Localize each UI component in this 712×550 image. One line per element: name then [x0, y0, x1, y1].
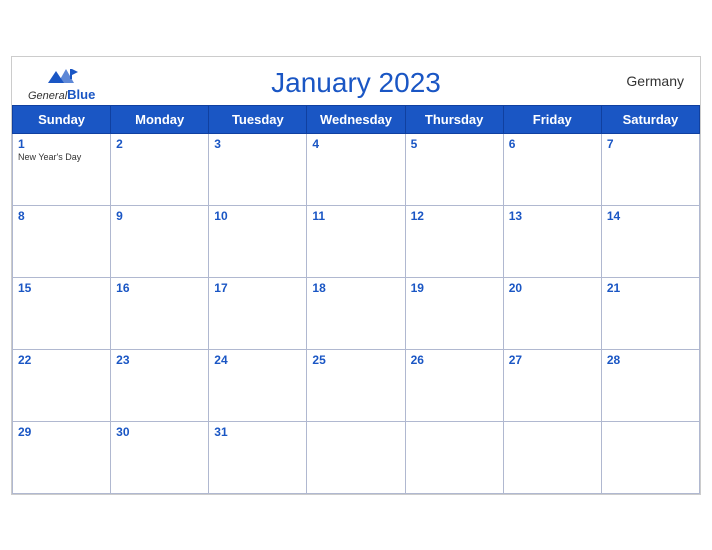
day-number: 2	[116, 137, 203, 151]
day-cell: 25	[307, 349, 405, 421]
header-sunday: Sunday	[13, 105, 111, 133]
logo-area: General Blue	[28, 65, 95, 102]
header-friday: Friday	[503, 105, 601, 133]
day-number: 22	[18, 353, 105, 367]
day-cell: 9	[111, 205, 209, 277]
day-cell	[307, 421, 405, 493]
day-cell: 31	[209, 421, 307, 493]
week-row-4: 22 23 24 25 26 27 28	[13, 349, 700, 421]
day-cell: 15	[13, 277, 111, 349]
day-number: 1	[18, 137, 105, 151]
week-row-3: 15 16 17 18 19 20 21	[13, 277, 700, 349]
day-number: 18	[312, 281, 399, 295]
day-number: 19	[411, 281, 498, 295]
day-cell: 1New Year's Day	[13, 133, 111, 205]
header-thursday: Thursday	[405, 105, 503, 133]
day-number: 11	[312, 209, 399, 223]
day-number: 14	[607, 209, 694, 223]
day-cell: 21	[601, 277, 699, 349]
day-number: 10	[214, 209, 301, 223]
day-cell: 24	[209, 349, 307, 421]
header-saturday: Saturday	[601, 105, 699, 133]
day-cell: 17	[209, 277, 307, 349]
week-row-2: 89 10 11 12 13 14	[13, 205, 700, 277]
calendar-grid: Sunday Monday Tuesday Wednesday Thursday…	[12, 105, 700, 494]
day-cell: 23	[111, 349, 209, 421]
week-row-5: 29 30 31	[13, 421, 700, 493]
day-number: 26	[411, 353, 498, 367]
day-number: 13	[509, 209, 596, 223]
week-row-1: 1New Year's Day 234567	[13, 133, 700, 205]
day-number: 8	[18, 209, 105, 223]
day-cell: 6	[503, 133, 601, 205]
day-cell: 13	[503, 205, 601, 277]
day-cell: 16	[111, 277, 209, 349]
day-cell	[503, 421, 601, 493]
calendar-title: January 2023	[271, 67, 441, 99]
day-cell: 3	[209, 133, 307, 205]
days-header-row: Sunday Monday Tuesday Wednesday Thursday…	[13, 105, 700, 133]
day-cell	[601, 421, 699, 493]
day-cell	[405, 421, 503, 493]
day-cell: 10	[209, 205, 307, 277]
logo-blue-text: Blue	[67, 87, 95, 102]
header-wednesday: Wednesday	[307, 105, 405, 133]
day-number: 7	[607, 137, 694, 151]
day-number: 6	[509, 137, 596, 151]
day-cell: 28	[601, 349, 699, 421]
day-number: 20	[509, 281, 596, 295]
calendar-container: General Blue January 2023 Germany Sunday…	[11, 56, 701, 495]
logo-icon	[44, 65, 80, 87]
day-cell: 5	[405, 133, 503, 205]
day-number: 31	[214, 425, 301, 439]
day-cell: 18	[307, 277, 405, 349]
day-cell: 2	[111, 133, 209, 205]
day-number: 28	[607, 353, 694, 367]
logo-text: General Blue	[28, 87, 95, 102]
day-number: 9	[116, 209, 203, 223]
calendar-header: General Blue January 2023 Germany	[12, 57, 700, 105]
day-cell: 7	[601, 133, 699, 205]
logo-row	[44, 65, 80, 87]
day-cell: 19	[405, 277, 503, 349]
day-number: 29	[18, 425, 105, 439]
day-number: 5	[411, 137, 498, 151]
day-number: 23	[116, 353, 203, 367]
day-cell: 29	[13, 421, 111, 493]
day-number: 25	[312, 353, 399, 367]
day-cell: 12	[405, 205, 503, 277]
holiday-label: New Year's Day	[18, 152, 105, 162]
logo-general-text: General	[28, 90, 67, 102]
day-number: 12	[411, 209, 498, 223]
header-tuesday: Tuesday	[209, 105, 307, 133]
day-number: 21	[607, 281, 694, 295]
day-cell: 14	[601, 205, 699, 277]
day-cell: 26	[405, 349, 503, 421]
day-number: 15	[18, 281, 105, 295]
day-cell: 22	[13, 349, 111, 421]
country-label: Germany	[626, 73, 684, 89]
day-cell: 27	[503, 349, 601, 421]
day-cell: 4	[307, 133, 405, 205]
day-number: 24	[214, 353, 301, 367]
day-number: 3	[214, 137, 301, 151]
day-number: 27	[509, 353, 596, 367]
header-monday: Monday	[111, 105, 209, 133]
day-cell: 11	[307, 205, 405, 277]
day-number: 17	[214, 281, 301, 295]
day-cell: 30	[111, 421, 209, 493]
day-cell: 8	[13, 205, 111, 277]
day-number: 4	[312, 137, 399, 151]
day-number: 16	[116, 281, 203, 295]
day-cell: 20	[503, 277, 601, 349]
day-number: 30	[116, 425, 203, 439]
